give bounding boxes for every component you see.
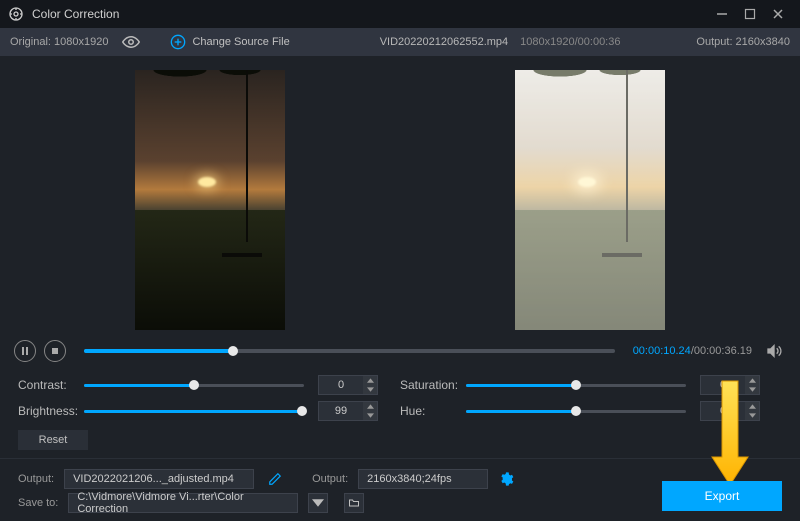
adjustment-sliders: Contrast: 0 Saturation: 0 Brightness: 99 bbox=[0, 366, 800, 426]
brightness-up[interactable] bbox=[363, 402, 377, 411]
contrast-slider[interactable] bbox=[84, 384, 304, 387]
pause-button[interactable] bbox=[14, 340, 36, 362]
change-source-button[interactable]: Change Source File bbox=[170, 34, 289, 50]
original-preview bbox=[135, 70, 285, 330]
output-area: Output: VID2022021206..._adjusted.mp4 Ou… bbox=[0, 458, 800, 515]
hue-group: Hue: 0 bbox=[400, 401, 760, 421]
hue-value-box: 0 bbox=[700, 401, 760, 421]
hue-slider[interactable] bbox=[466, 410, 686, 413]
source-filename: VID20220212062552.mp4 bbox=[380, 36, 508, 48]
eye-icon[interactable] bbox=[122, 33, 140, 51]
saturation-slider[interactable] bbox=[466, 384, 686, 387]
maximize-button[interactable] bbox=[736, 4, 764, 24]
saturation-up[interactable] bbox=[745, 376, 759, 385]
stop-button[interactable] bbox=[44, 340, 66, 362]
change-source-label: Change Source File bbox=[192, 36, 289, 48]
infobar: Original: 1080x1920 Change Source File V… bbox=[0, 28, 800, 56]
hue-down[interactable] bbox=[745, 411, 759, 420]
contrast-group: Contrast: 0 bbox=[18, 375, 378, 395]
plus-circle-icon bbox=[170, 34, 186, 50]
contrast-label: Contrast: bbox=[18, 378, 84, 392]
contrast-value: 0 bbox=[319, 379, 363, 391]
open-folder-button[interactable] bbox=[344, 493, 364, 513]
time-total: 00:00:36.19 bbox=[694, 345, 752, 357]
timecode: 00:00:10.24/00:00:36.19 bbox=[633, 345, 752, 357]
window-title: Color Correction bbox=[32, 7, 708, 21]
contrast-value-box: 0 bbox=[318, 375, 378, 395]
brightness-group: Brightness: 99 bbox=[18, 401, 378, 421]
hue-value: 0 bbox=[701, 405, 745, 417]
settings-gear-icon[interactable] bbox=[498, 471, 514, 487]
output-format-label: Output: bbox=[312, 473, 348, 485]
contrast-up[interactable] bbox=[363, 376, 377, 385]
output-filename-field[interactable]: VID2022021206..._adjusted.mp4 bbox=[64, 469, 254, 489]
source-res-duration: 1080x1920/00:00:36 bbox=[520, 36, 620, 48]
save-to-label: Save to: bbox=[18, 497, 58, 509]
saturation-label: Saturation: bbox=[400, 378, 466, 392]
close-button[interactable] bbox=[764, 4, 792, 24]
brightness-label: Brightness: bbox=[18, 404, 84, 418]
volume-icon[interactable] bbox=[766, 343, 782, 359]
brightness-slider[interactable] bbox=[84, 410, 304, 413]
hue-up[interactable] bbox=[745, 402, 759, 411]
saturation-value-box: 0 bbox=[700, 375, 760, 395]
saturation-value: 0 bbox=[701, 379, 745, 391]
reset-button[interactable]: Reset bbox=[18, 430, 88, 450]
brightness-down[interactable] bbox=[363, 411, 377, 420]
output-format-field[interactable]: 2160x3840;24fps bbox=[358, 469, 488, 489]
minimize-button[interactable] bbox=[708, 4, 736, 24]
brightness-value-box: 99 bbox=[318, 401, 378, 421]
saturation-group: Saturation: 0 bbox=[400, 375, 760, 395]
time-current: 00:00:10.24 bbox=[633, 345, 691, 357]
edit-filename-icon[interactable] bbox=[268, 472, 282, 486]
output-file-label: Output: bbox=[18, 473, 54, 485]
timeline-slider[interactable] bbox=[84, 349, 615, 353]
brightness-value: 99 bbox=[319, 405, 363, 417]
saturation-down[interactable] bbox=[745, 385, 759, 394]
export-button[interactable]: Export bbox=[662, 481, 782, 511]
save-path-dropdown[interactable] bbox=[308, 493, 328, 513]
playback-bar: 00:00:10.24/00:00:36.19 bbox=[0, 336, 800, 366]
app-icon bbox=[8, 6, 24, 22]
original-resolution: Original: 1080x1920 bbox=[10, 36, 108, 48]
hue-label: Hue: bbox=[400, 404, 466, 418]
output-resolution: Output: 2160x3840 bbox=[696, 36, 790, 48]
titlebar: Color Correction bbox=[0, 0, 800, 28]
adjusted-preview bbox=[515, 70, 665, 330]
save-path-field[interactable]: C:\Vidmore\Vidmore Vi...rter\Color Corre… bbox=[68, 493, 298, 513]
contrast-down[interactable] bbox=[363, 385, 377, 394]
preview-area bbox=[0, 56, 800, 336]
